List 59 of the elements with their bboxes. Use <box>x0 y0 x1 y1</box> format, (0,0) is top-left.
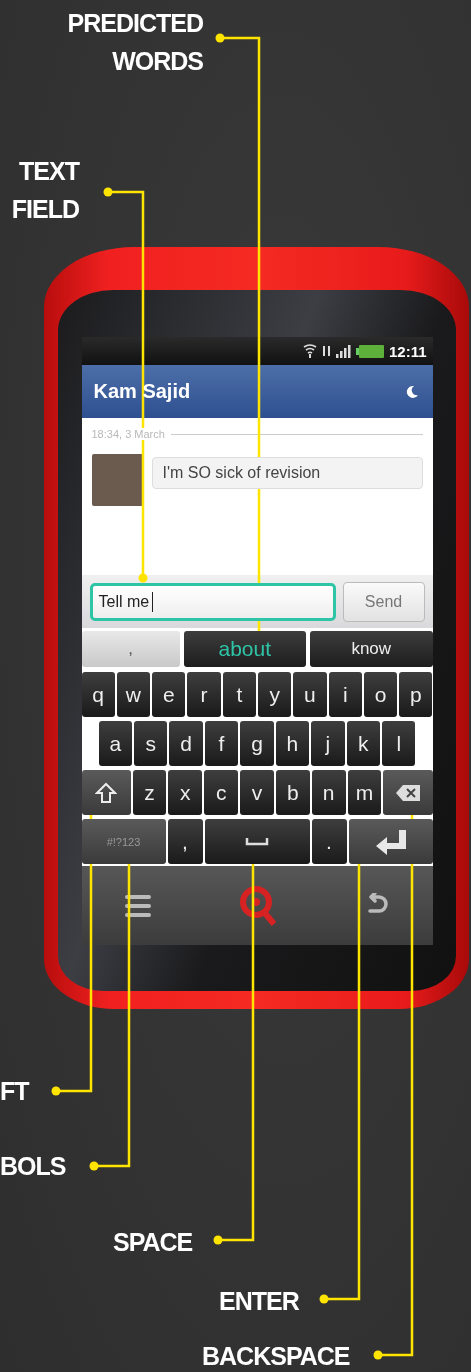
search-icon[interactable] <box>238 883 278 928</box>
enter-arrow-icon <box>374 828 407 855</box>
callout-label: BOLS <box>0 1151 66 1182</box>
keyboard-key[interactable]: x <box>168 770 203 815</box>
keyboard-key[interactable]: c <box>204 770 239 815</box>
keyboard-key[interactable]: , <box>167 819 203 864</box>
keyboard-key[interactable]: q <box>81 672 115 717</box>
clock-time: 12:11 <box>388 342 427 360</box>
suggestion-word[interactable]: about <box>183 631 306 667</box>
keyboard-key[interactable]: g <box>240 721 274 766</box>
keyboard-key[interactable]: r <box>187 672 221 717</box>
keyboard-key[interactable]: f <box>204 721 239 766</box>
callout-label: SPACE <box>113 1227 193 1258</box>
moon-icon <box>404 384 419 399</box>
menu-icon[interactable] <box>125 893 151 918</box>
message-timestamp: 18:34, 3 March <box>91 428 165 440</box>
keyboard-key[interactable]: . <box>311 819 347 864</box>
keyboard-key[interactable]: n <box>311 770 346 815</box>
photo-placeholder <box>91 454 144 506</box>
backspace-key[interactable] <box>383 770 433 815</box>
callout-label: BACKSPACE <box>202 1341 350 1372</box>
backspace-icon <box>395 783 421 802</box>
callout-label: TEXT FIELD <box>10 156 79 225</box>
keyboard-key[interactable]: h <box>275 721 310 766</box>
keyboard-key[interactable]: v <box>240 770 274 815</box>
battery-icon <box>355 344 384 358</box>
callout-label: FT <box>0 1076 29 1107</box>
data-transfer-icon <box>321 344 331 358</box>
keyboard-key[interactable]: e <box>152 672 186 717</box>
send-button[interactable]: Send <box>342 581 425 622</box>
callout-label: ENTER <box>219 1286 299 1317</box>
message-bubble: I'm SO sick of revision <box>151 457 423 489</box>
enter-key[interactable] <box>348 819 433 864</box>
space-bar-icon <box>245 837 269 846</box>
wifi-icon <box>302 344 317 358</box>
keyboard-key[interactable]: d <box>169 721 203 766</box>
keyboard-key[interactable]: o <box>363 672 398 717</box>
keyboard-key[interactable]: b <box>275 770 310 815</box>
suggestion-word[interactable]: know <box>310 631 433 667</box>
keyboard-key[interactable]: p <box>399 672 433 717</box>
keyboard-key[interactable]: w <box>116 672 151 717</box>
keyboard-key[interactable]: k <box>346 721 380 766</box>
keyboard-key[interactable]: z <box>132 770 167 815</box>
signal-icon <box>335 344 351 358</box>
keyboard-key[interactable]: i <box>328 672 362 717</box>
shift-arrow-icon <box>95 781 118 804</box>
keyboard-key[interactable]: t <box>222 672 256 717</box>
suggestion-word[interactable]: , <box>81 631 180 667</box>
keyboard-key[interactable]: m <box>347 770 382 815</box>
keyboard-key[interactable]: a <box>98 721 132 766</box>
keyboard-key[interactable]: l <box>382 721 416 766</box>
keyboard-key[interactable]: j <box>311 721 345 766</box>
keyboard-key[interactable]: u <box>293 672 327 717</box>
keyboard-key[interactable]: y <box>258 672 292 717</box>
shift-key[interactable] <box>81 770 131 815</box>
keyboard-key[interactable]: s <box>133 721 168 766</box>
callout-label: PREDICTED WORDS <box>66 8 203 77</box>
message-input-field[interactable]: Tell me <box>89 582 336 621</box>
space-key[interactable] <box>204 819 310 864</box>
